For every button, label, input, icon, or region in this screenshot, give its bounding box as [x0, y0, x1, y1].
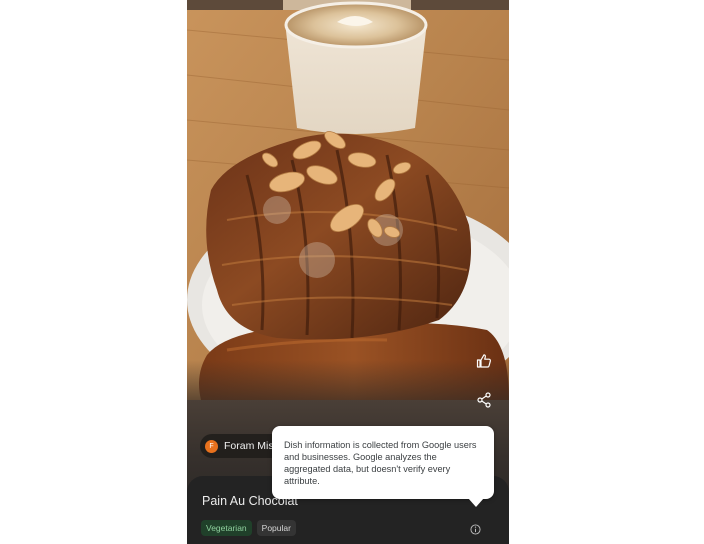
- tooltip-text: Dish information is collected from Googl…: [284, 440, 477, 486]
- dish-tags: Vegetarian Popular: [201, 520, 296, 536]
- tag-popular[interactable]: Popular: [256, 520, 296, 536]
- croissant-photo-illustration: [187, 0, 509, 400]
- info-tooltip: Dish information is collected from Googl…: [272, 426, 494, 507]
- photo-fade-overlay: [187, 360, 509, 400]
- tooltip-arrow: [468, 498, 484, 507]
- avatar: F: [205, 439, 218, 453]
- share-icon[interactable]: [471, 387, 497, 413]
- dish-photo[interactable]: [187, 0, 509, 400]
- thumbs-up-icon[interactable]: [471, 348, 497, 374]
- screenshot-page: F Foram Mistr Pain Au Chocolat Vegetaria…: [0, 0, 704, 544]
- tag-vegetarian[interactable]: Vegetarian: [201, 520, 252, 536]
- info-icon[interactable]: [468, 522, 482, 536]
